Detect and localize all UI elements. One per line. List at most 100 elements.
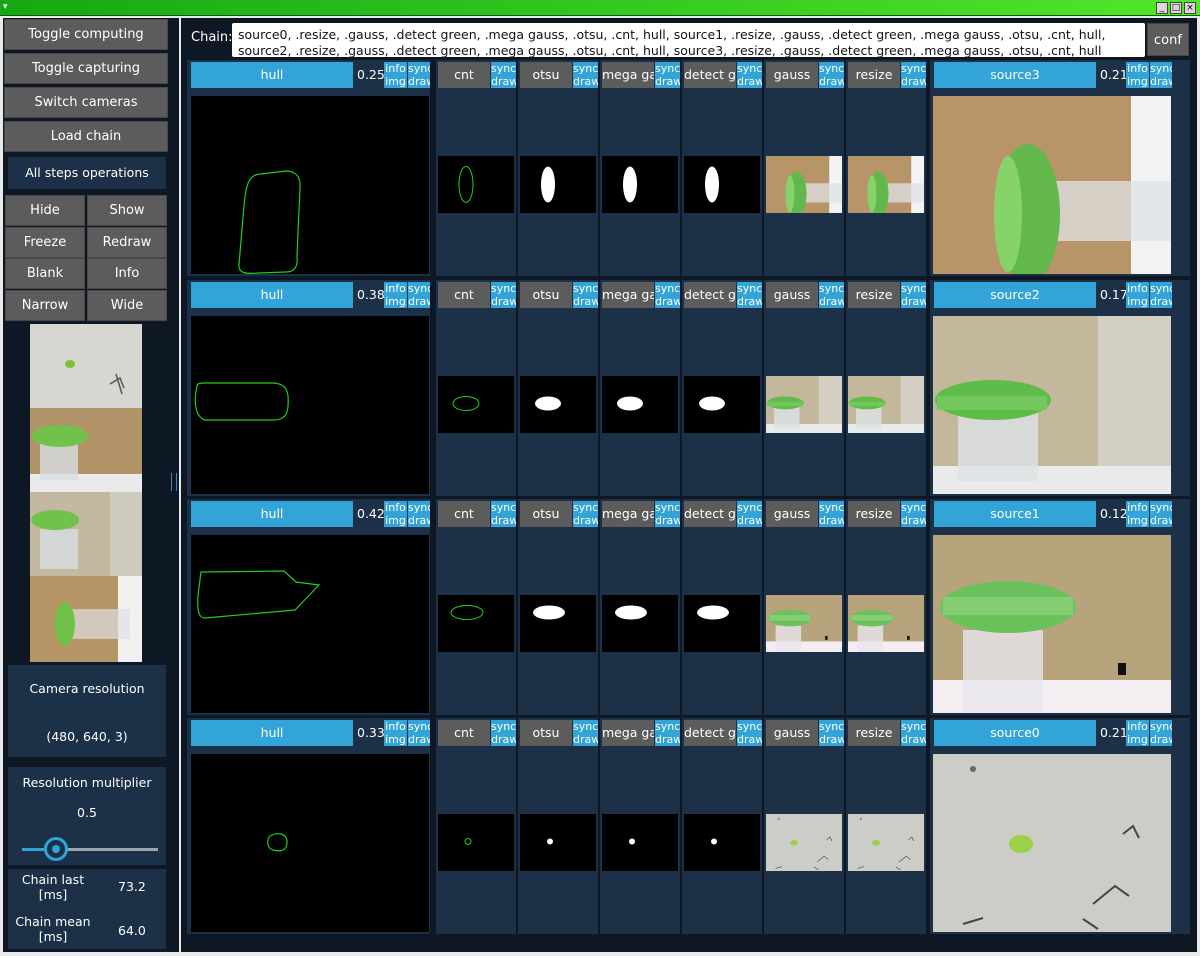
- toggle-capturing-button[interactable]: Toggle capturing: [4, 53, 168, 84]
- sync-toggle[interactable]: sync: [655, 282, 680, 295]
- step-cnt-button[interactable]: cnt: [438, 62, 490, 88]
- draw-toggle[interactable]: draw: [1150, 295, 1172, 308]
- step-cnt-button[interactable]: cnt: [438, 720, 490, 746]
- img-toggle[interactable]: img: [384, 75, 407, 88]
- draw-toggle[interactable]: draw: [573, 295, 598, 308]
- close-button[interactable]: ×: [1184, 2, 1196, 14]
- maximize-button[interactable]: □: [1170, 2, 1182, 14]
- draw-toggle[interactable]: draw: [491, 75, 516, 88]
- hull-step-button[interactable]: hull: [191, 62, 353, 88]
- hull-step-button[interactable]: hull: [191, 501, 353, 527]
- info-toggle[interactable]: info: [384, 62, 407, 75]
- load-chain-button[interactable]: Load chain: [4, 121, 168, 152]
- step-gauss-button[interactable]: gauss: [766, 282, 818, 308]
- step-gauss-button[interactable]: gauss: [766, 501, 818, 527]
- source-step-button[interactable]: source2: [934, 282, 1096, 308]
- draw-toggle[interactable]: draw: [901, 295, 926, 308]
- step-detect-green-button[interactable]: detect green: [684, 720, 736, 746]
- info-toggle[interactable]: info: [1126, 282, 1149, 295]
- sync-toggle[interactable]: sync: [737, 62, 762, 75]
- draw-toggle[interactable]: draw: [819, 514, 844, 527]
- step-otsu-button[interactable]: otsu: [520, 62, 572, 88]
- draw-toggle[interactable]: draw: [901, 514, 926, 527]
- draw-toggle[interactable]: draw: [737, 514, 762, 527]
- sync-toggle[interactable]: sync: [573, 720, 598, 733]
- info-toggle[interactable]: info: [1126, 720, 1149, 733]
- draw-toggle[interactable]: draw: [819, 75, 844, 88]
- step-resize-button[interactable]: resize: [848, 720, 900, 746]
- sync-toggle[interactable]: sync: [655, 501, 680, 514]
- sync-toggle[interactable]: sync: [408, 720, 430, 733]
- img-toggle[interactable]: img: [1126, 733, 1149, 746]
- hull-step-button[interactable]: hull: [191, 282, 353, 308]
- draw-toggle[interactable]: draw: [655, 514, 680, 527]
- draw-toggle[interactable]: draw: [491, 733, 516, 746]
- wide-button[interactable]: Wide: [87, 290, 167, 321]
- img-toggle[interactable]: img: [384, 733, 407, 746]
- sync-toggle[interactable]: sync: [1150, 501, 1172, 514]
- source-step-button[interactable]: source3: [934, 62, 1096, 88]
- sync-toggle[interactable]: sync: [491, 282, 516, 295]
- sync-toggle[interactable]: sync: [408, 282, 430, 295]
- step-detect-green-button[interactable]: detect green: [684, 62, 736, 88]
- sync-toggle[interactable]: sync: [573, 501, 598, 514]
- info-toggle[interactable]: info: [384, 720, 407, 733]
- draw-toggle[interactable]: draw: [491, 514, 516, 527]
- draw-toggle[interactable]: draw: [901, 75, 926, 88]
- sync-toggle[interactable]: sync: [408, 62, 430, 75]
- draw-toggle[interactable]: draw: [655, 733, 680, 746]
- draw-toggle[interactable]: draw: [573, 514, 598, 527]
- redraw-button[interactable]: Redraw: [87, 227, 167, 258]
- draw-toggle[interactable]: draw: [737, 295, 762, 308]
- chain-input[interactable]: source0, .resize, .gauss, .detect green,…: [232, 23, 1145, 57]
- draw-toggle[interactable]: draw: [901, 733, 926, 746]
- toggle-computing-button[interactable]: Toggle computing: [4, 19, 168, 50]
- draw-toggle[interactable]: draw: [408, 514, 430, 527]
- info-toggle[interactable]: info: [384, 282, 407, 295]
- sync-toggle[interactable]: sync: [901, 62, 926, 75]
- sync-toggle[interactable]: sync: [1150, 62, 1172, 75]
- draw-toggle[interactable]: draw: [1150, 733, 1172, 746]
- freeze-button[interactable]: Freeze: [5, 227, 85, 258]
- sync-toggle[interactable]: sync: [408, 501, 430, 514]
- step-detect-green-button[interactable]: detect green: [684, 282, 736, 308]
- blank-button[interactable]: Blank: [5, 258, 85, 289]
- sync-toggle[interactable]: sync: [655, 62, 680, 75]
- step-resize-button[interactable]: resize: [848, 282, 900, 308]
- sync-toggle[interactable]: sync: [737, 282, 762, 295]
- sync-toggle[interactable]: sync: [737, 501, 762, 514]
- info-toggle[interactable]: info: [1126, 501, 1149, 514]
- hide-button[interactable]: Hide: [5, 195, 85, 226]
- sync-toggle[interactable]: sync: [901, 501, 926, 514]
- step-otsu-button[interactable]: otsu: [520, 282, 572, 308]
- step-detect-green-button[interactable]: detect green: [684, 501, 736, 527]
- source-step-button[interactable]: source0: [934, 720, 1096, 746]
- sync-toggle[interactable]: sync: [819, 501, 844, 514]
- switch-cameras-button[interactable]: Switch cameras: [4, 87, 168, 118]
- sync-toggle[interactable]: sync: [819, 720, 844, 733]
- draw-toggle[interactable]: draw: [819, 295, 844, 308]
- narrow-button[interactable]: Narrow: [5, 290, 85, 321]
- step-otsu-button[interactable]: otsu: [520, 501, 572, 527]
- conf-button[interactable]: conf: [1147, 23, 1189, 56]
- step-gauss-button[interactable]: gauss: [766, 62, 818, 88]
- draw-toggle[interactable]: draw: [737, 75, 762, 88]
- panel-splitter[interactable]: [169, 18, 179, 952]
- draw-toggle[interactable]: draw: [573, 733, 598, 746]
- step-mega-gauss-button[interactable]: mega gauss: [602, 720, 654, 746]
- sync-toggle[interactable]: sync: [573, 282, 598, 295]
- sync-toggle[interactable]: sync: [655, 720, 680, 733]
- step-mega-gauss-button[interactable]: mega gauss: [602, 62, 654, 88]
- draw-toggle[interactable]: draw: [408, 295, 430, 308]
- step-cnt-button[interactable]: cnt: [438, 282, 490, 308]
- img-toggle[interactable]: img: [1126, 75, 1149, 88]
- sync-toggle[interactable]: sync: [573, 62, 598, 75]
- draw-toggle[interactable]: draw: [1150, 514, 1172, 527]
- draw-toggle[interactable]: draw: [408, 733, 430, 746]
- draw-toggle[interactable]: draw: [655, 75, 680, 88]
- img-toggle[interactable]: img: [1126, 514, 1149, 527]
- info-toggle[interactable]: info: [1126, 62, 1149, 75]
- img-toggle[interactable]: img: [1126, 295, 1149, 308]
- sync-toggle[interactable]: sync: [819, 282, 844, 295]
- draw-toggle[interactable]: draw: [737, 733, 762, 746]
